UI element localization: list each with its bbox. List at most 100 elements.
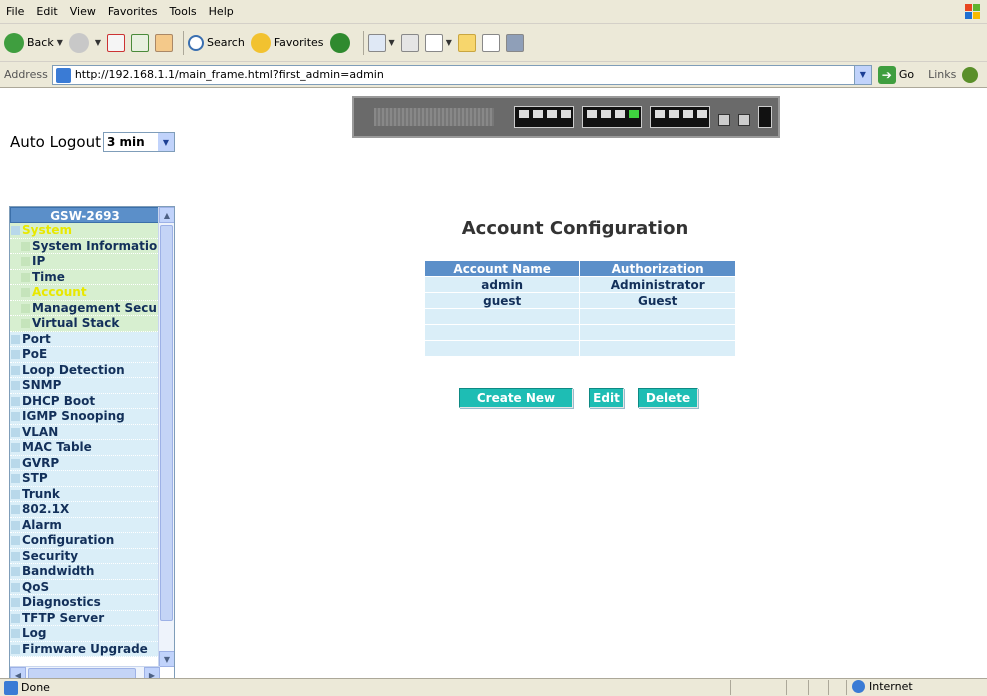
menu-edit[interactable]: Edit (30, 5, 63, 18)
back-label: Back (27, 36, 54, 49)
delete-button[interactable]: Delete (638, 388, 698, 408)
auto-logout-select[interactable]: 3 min ▼ (102, 132, 175, 152)
menu-bar: File Edit View Favorites Tools Help (0, 0, 987, 24)
windows-logo-icon (965, 4, 980, 19)
sidebar-item[interactable]: Loop Detection (10, 362, 160, 378)
address-label: Address (4, 68, 48, 81)
sidebar-item[interactable]: SNMP (10, 378, 160, 394)
sidebar-item[interactable]: MAC Table (10, 440, 160, 456)
forward-arrow-icon (68, 32, 89, 53)
scroll-down-icon[interactable]: ▼ (159, 651, 174, 667)
sidebar-item[interactable]: Virtual Stack (10, 316, 160, 332)
go-button[interactable]: ➔ Go (877, 65, 915, 84)
tree-menu: GSW-2693 System System Information IP Time A… (10, 207, 160, 667)
sidebar-item[interactable]: System Information (10, 238, 160, 254)
status-pane-divider (730, 680, 731, 695)
home-button[interactable] (155, 29, 174, 57)
toolbar: Back ▼ ▼ Search Favorites ▼ ▼ (0, 24, 987, 62)
sidebar-item[interactable]: QoS (10, 579, 160, 595)
edit-page-button[interactable]: ▼ (424, 29, 452, 57)
forward-button[interactable]: ▼ (68, 29, 101, 57)
sidebar-item[interactable]: DHCP Boot (10, 393, 160, 409)
search-button[interactable]: Search (188, 29, 245, 57)
status-pane-divider (828, 680, 829, 695)
menu-favorites[interactable]: Favorites (102, 5, 164, 18)
sidebar-item[interactable]: TFTP Server (10, 610, 160, 626)
chevron-down-icon[interactable]: ▼ (389, 38, 395, 47)
port-block (758, 106, 772, 128)
refresh-button[interactable] (131, 29, 150, 57)
page-done-icon (4, 680, 18, 695)
chevron-down-icon[interactable]: ▼ (57, 38, 63, 47)
account-name-cell (423, 308, 581, 325)
sidebar-item[interactable]: Account (10, 285, 160, 301)
menu-view[interactable]: View (64, 5, 102, 18)
messenger-button[interactable] (481, 29, 500, 57)
table-row[interactable]: guest Guest (423, 292, 736, 309)
edit-page-icon (424, 33, 443, 52)
authorization-cell: Guest (579, 292, 736, 309)
back-button[interactable]: Back ▼ (4, 29, 63, 57)
account-name-cell: guest (423, 292, 581, 309)
go-label: Go (898, 68, 915, 81)
sidebar-item[interactable]: Configuration (10, 533, 160, 549)
security-zone: Internet (852, 680, 913, 693)
stop-button[interactable] (107, 29, 126, 57)
mail-icon (367, 33, 386, 52)
media-button[interactable] (329, 29, 353, 57)
address-bar: Address http://192.168.1.1/main_frame.ht… (0, 62, 987, 88)
sidebar-item[interactable]: Alarm (10, 517, 160, 533)
sidebar-item[interactable]: Log (10, 626, 160, 642)
create-new-button[interactable]: Create New (459, 388, 573, 408)
sidebar-item[interactable]: IP (10, 254, 160, 270)
sidebar-item[interactable]: GVRP (10, 455, 160, 471)
mail-button[interactable]: ▼ (367, 29, 395, 57)
sidebar-item[interactable]: STP (10, 471, 160, 487)
auto-logout: Auto Logout 3 min ▼ (10, 132, 175, 152)
status-pane-divider (786, 680, 787, 695)
account-name-cell: admin (423, 276, 581, 293)
vertical-scrollbar[interactable]: ▲ ▼ (158, 207, 174, 667)
favorites-button[interactable]: Favorites (250, 29, 324, 57)
sidebar-item[interactable]: VLAN (10, 424, 160, 440)
sidebar-item[interactable]: Bandwidth (10, 564, 160, 580)
sidebar-item[interactable]: Trunk (10, 486, 160, 502)
sidebar-item[interactable]: PoE (10, 347, 160, 363)
folder-button[interactable] (457, 29, 476, 57)
table-row[interactable]: admin Administrator (423, 276, 736, 293)
sidebar-item[interactable]: Diagnostics (10, 595, 160, 611)
edit-button[interactable]: Edit (589, 388, 624, 408)
sidebar-item[interactable]: Security (10, 548, 160, 564)
menu-file[interactable]: File (0, 5, 30, 18)
status-text: Done (21, 681, 50, 694)
menu-help[interactable]: Help (203, 5, 240, 18)
scroll-up-icon[interactable]: ▲ (159, 207, 174, 223)
menu-tools[interactable]: Tools (164, 5, 203, 18)
chevron-down-icon[interactable]: ▼ (853, 65, 871, 84)
sidebar-item[interactable]: IGMP Snooping (10, 409, 160, 425)
sidebar-item[interactable]: Time (10, 269, 160, 285)
scroll-thumb[interactable] (160, 225, 173, 621)
research-button[interactable] (505, 29, 524, 57)
sidebar-item[interactable]: 802.1X (10, 502, 160, 518)
refresh-icon (131, 33, 150, 52)
favorites-label: Favorites (273, 36, 324, 49)
sidebar-item[interactable]: Management Security (10, 300, 160, 316)
zone-label: Internet (869, 680, 913, 693)
status-pane-divider (808, 680, 809, 695)
page-content: Auto Logout 3 min ▼ GSW-2693 System Syste… (0, 88, 987, 683)
sidebar-item[interactable]: Firmware Upgrade (10, 641, 160, 657)
sidebar-item[interactable]: System (10, 223, 160, 239)
go-arrow-icon: ➔ (877, 65, 896, 84)
port-block (650, 106, 710, 128)
sidebar-item[interactable]: Port (10, 331, 160, 347)
chevron-down-icon[interactable]: ▼ (95, 38, 101, 47)
chevron-down-icon[interactable]: ▼ (157, 133, 174, 151)
chevron-down-icon[interactable]: ▼ (446, 38, 452, 47)
sfp-port (718, 114, 730, 126)
address-input[interactable]: http://192.168.1.1/main_frame.html?first… (51, 64, 872, 85)
links-button[interactable]: Links (928, 66, 979, 83)
print-button[interactable] (400, 29, 419, 57)
table-header-row: Account Name Authorization (423, 260, 736, 277)
sfp-port (738, 114, 750, 126)
